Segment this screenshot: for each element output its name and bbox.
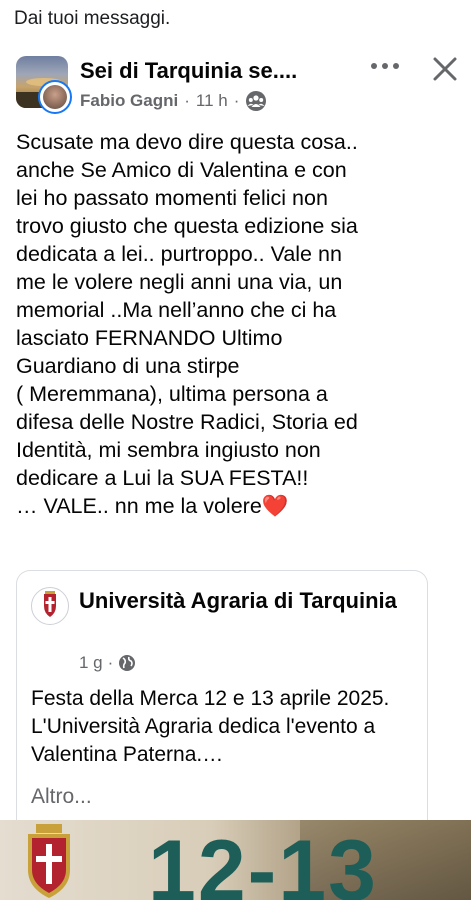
group-name[interactable]: Sei di Tarquinia se....: [80, 58, 297, 84]
globe-icon: [119, 655, 136, 671]
author-name[interactable]: Fabio Gagni: [80, 91, 178, 111]
post-meta: Fabio Gagni · 11 h ·: [80, 90, 267, 112]
crest-icon: [28, 824, 70, 898]
shared-post-card[interactable]: Università Agraria di Tarquinia 1 g · Fe…: [16, 570, 428, 831]
user-avatar[interactable]: [38, 80, 72, 114]
post-header: Sei di Tarquinia se.... Fabio Gagni · 11…: [16, 56, 458, 114]
group-audience-icon: [246, 91, 267, 111]
banner-date: 12-13: [148, 823, 378, 900]
section-label: Dai tuoi messaggi.: [14, 8, 171, 29]
close-icon[interactable]: [432, 56, 458, 82]
more-link[interactable]: Altro...: [31, 785, 92, 809]
meta-separator: ·: [184, 91, 190, 110]
page-logo[interactable]: [31, 587, 69, 625]
post-time[interactable]: 11 h: [196, 91, 228, 111]
heart-emoji: ❤️: [261, 494, 289, 518]
event-banner-image[interactable]: 12-13: [0, 820, 471, 900]
shared-page-name[interactable]: Università Agraria di Tarquinia: [79, 587, 409, 615]
post-body: Scusate ma devo dire questa cosa.. anche…: [16, 130, 358, 518]
meta-separator: ·: [107, 653, 114, 672]
meta-separator: ·: [233, 91, 240, 110]
shared-time[interactable]: 1 g: [79, 653, 103, 673]
post-text: Scusate ma devo dire questa cosa.. anche…: [16, 128, 456, 520]
more-options-icon[interactable]: [368, 56, 402, 80]
shared-meta: 1 g ·: [79, 653, 136, 673]
shared-text: Festa della Merca 12 e 13 aprile 2025. L…: [31, 687, 390, 766]
